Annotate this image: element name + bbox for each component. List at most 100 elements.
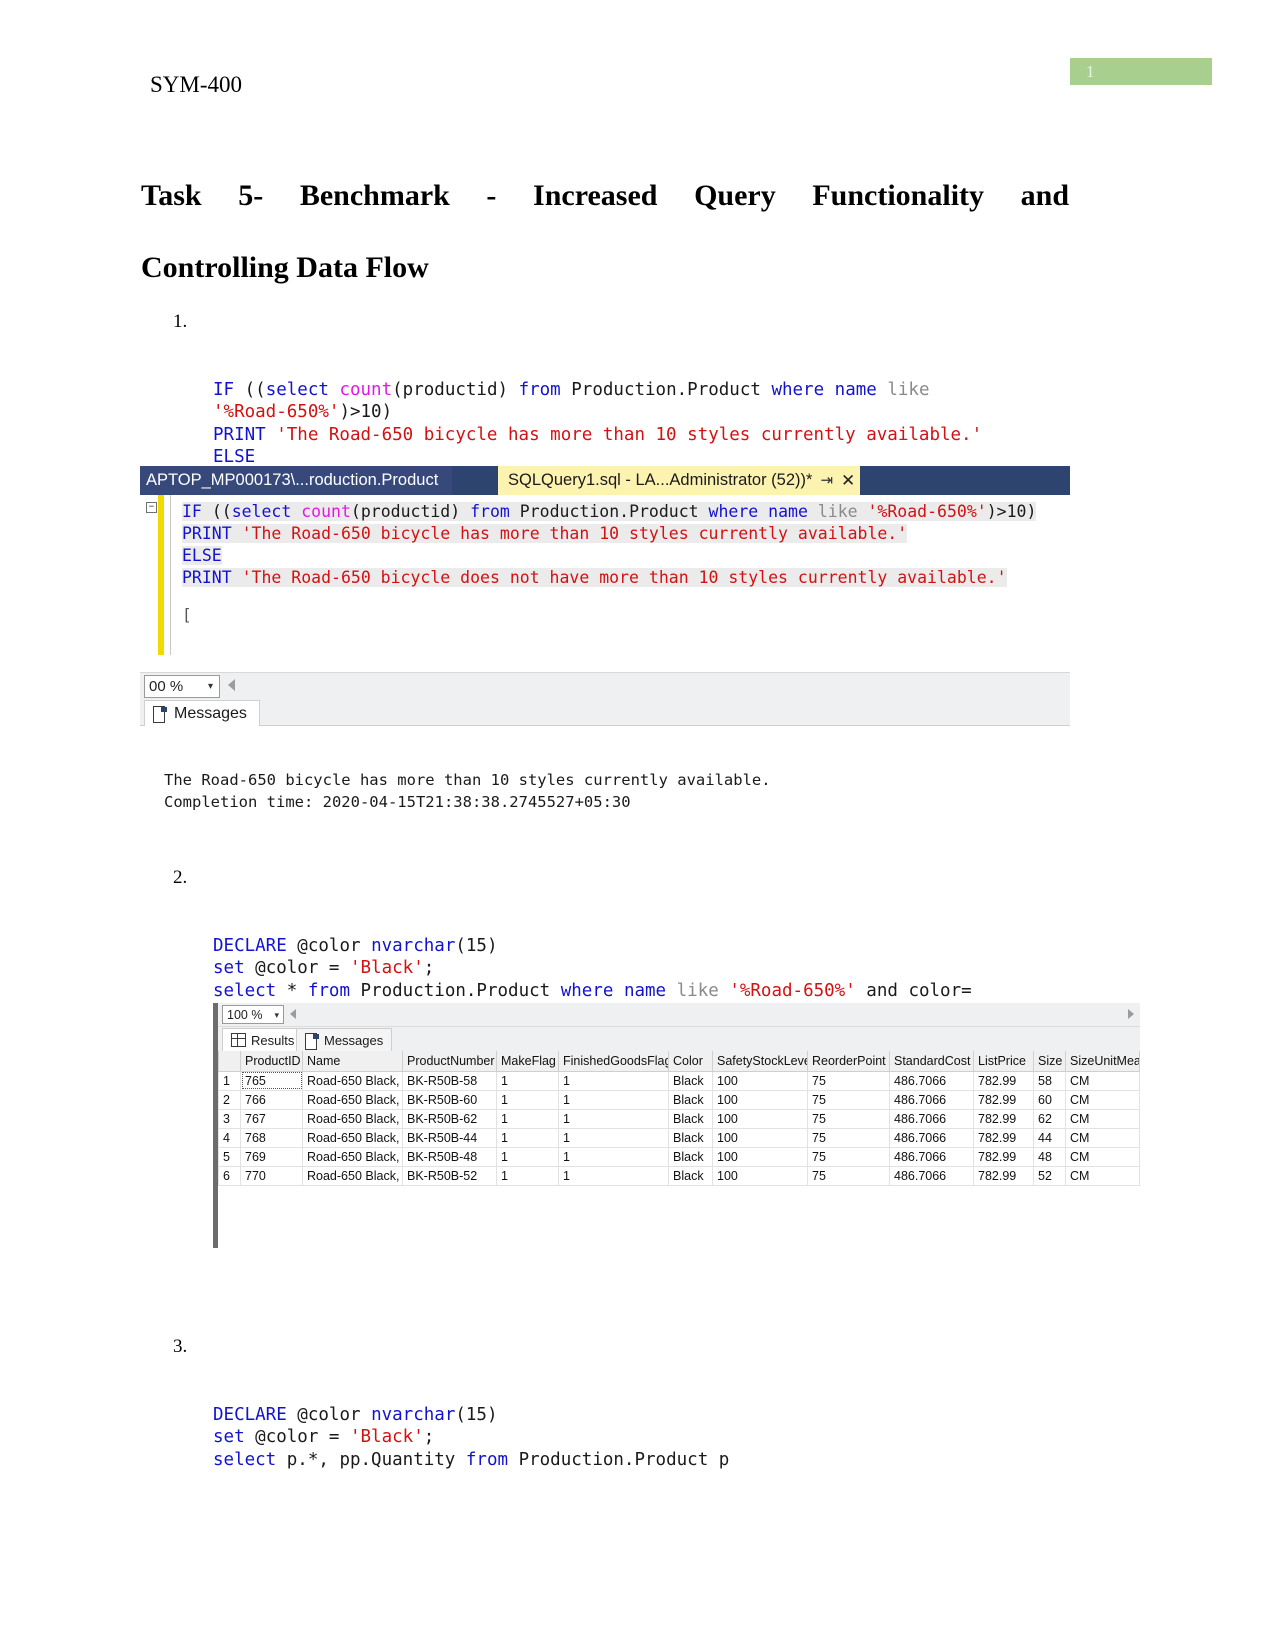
results-grid-cell[interactable]: 75 <box>808 1109 890 1128</box>
results-grid-col-header[interactable]: SizeUnitMeasureCod <box>1066 1051 1140 1071</box>
results-grid-cell[interactable]: 1 <box>497 1128 559 1147</box>
results-grid-cell[interactable]: BK-R50B-48 <box>403 1147 497 1166</box>
results-grid-cell[interactable]: Black <box>669 1071 713 1090</box>
results-grid-cell[interactable]: 1 <box>497 1109 559 1128</box>
results-grid-cell[interactable]: 769 <box>241 1147 303 1166</box>
results-grid-col-header[interactable]: SafetyStockLevel <box>713 1051 808 1071</box>
results-grid-cell[interactable]: 100 <box>713 1071 808 1090</box>
results-grid-cell[interactable]: Road-650 Black, 44 <box>303 1128 403 1147</box>
results-grid-rownum-cell[interactable]: 2 <box>219 1090 241 1109</box>
scroll-left-arrow-icon[interactable] <box>228 679 235 691</box>
table-row[interactable]: 6770Road-650 Black, 52BK-R50B-5211Black1… <box>219 1166 1140 1185</box>
results-grid-cell[interactable]: 782.99 <box>974 1147 1034 1166</box>
results-grid-cell[interactable]: Black <box>669 1109 713 1128</box>
results-grid-col-header[interactable]: ProductID <box>241 1051 303 1071</box>
results-grid-cell[interactable]: Black <box>669 1166 713 1185</box>
results-grid-col-header[interactable]: ListPrice <box>974 1051 1034 1071</box>
ssms1-zoom-select[interactable]: 00 % ▾ <box>144 675 220 698</box>
results-grid-cell[interactable]: BK-R50B-58 <box>403 1071 497 1090</box>
pin-icon[interactable]: ⇥ <box>820 466 833 495</box>
results-grid-cell[interactable]: 58 <box>1034 1071 1066 1090</box>
ssms1-sql-editor[interactable]: − IF ((select count(productid) from Prod… <box>140 495 1070 695</box>
results-grid-cell[interactable]: 1 <box>497 1071 559 1090</box>
results-grid-cell[interactable]: CM <box>1066 1128 1140 1147</box>
results-grid-cell[interactable]: 782.99 <box>974 1071 1034 1090</box>
results-grid-cell[interactable]: 486.7066 <box>890 1109 974 1128</box>
results-grid-cell[interactable]: CM <box>1066 1166 1140 1185</box>
results-grid-cell[interactable]: Road-650 Black, 48 <box>303 1147 403 1166</box>
results-grid-col-header[interactable]: StandardCost <box>890 1051 974 1071</box>
ssms1-tab-object-explorer[interactable]: APTOP_MP000173\...roduction.Product <box>140 466 452 495</box>
results-grid-col-header[interactable]: Name <box>303 1051 403 1071</box>
results-grid-cell[interactable]: 75 <box>808 1071 890 1090</box>
results-grid-cell[interactable]: 1 <box>559 1090 669 1109</box>
results-grid-cell[interactable]: CM <box>1066 1090 1140 1109</box>
results-grid-cell[interactable]: 766 <box>241 1090 303 1109</box>
results-grid-cell[interactable]: BK-R50B-62 <box>403 1109 497 1128</box>
results-grid-col-header[interactable]: MakeFlag <box>497 1051 559 1071</box>
scroll-left-arrow-icon[interactable] <box>290 1009 296 1019</box>
ssms2-tab-messages[interactable]: Messages <box>296 1028 392 1051</box>
results-grid-cell[interactable]: 75 <box>808 1147 890 1166</box>
results-grid-cell[interactable]: 782.99 <box>974 1109 1034 1128</box>
results-grid-cell[interactable]: CM <box>1066 1147 1140 1166</box>
results-grid-cell[interactable]: Black <box>669 1128 713 1147</box>
results-grid-cell[interactable]: 1 <box>559 1166 669 1185</box>
results-grid-cell[interactable]: 486.7066 <box>890 1090 974 1109</box>
results-grid-cell[interactable]: BK-R50B-52 <box>403 1166 497 1185</box>
results-grid-cell[interactable]: 782.99 <box>974 1166 1034 1185</box>
results-grid-cell[interactable]: BK-R50B-44 <box>403 1128 497 1147</box>
results-grid-cell[interactable]: 100 <box>713 1090 808 1109</box>
table-row[interactable]: 5769Road-650 Black, 48BK-R50B-4811Black1… <box>219 1147 1140 1166</box>
ssms2-tab-results[interactable]: Results <box>222 1028 303 1051</box>
table-row[interactable]: 3767Road-650 Black, 62BK-R50B-6211Black1… <box>219 1109 1140 1128</box>
results-grid-cell[interactable]: 1 <box>559 1147 669 1166</box>
results-grid-rownum-cell[interactable]: 3 <box>219 1109 241 1128</box>
table-row[interactable]: 1765Road-650 Black, 58BK-R50B-5811Black1… <box>219 1071 1140 1090</box>
results-grid-cell[interactable]: Road-650 Black, 62 <box>303 1109 403 1128</box>
collapse-region-icon[interactable]: − <box>146 502 157 513</box>
results-grid-rownum-cell[interactable]: 6 <box>219 1166 241 1185</box>
results-grid-cell[interactable]: 100 <box>713 1128 808 1147</box>
results-grid-cell[interactable]: BK-R50B-60 <box>403 1090 497 1109</box>
table-row[interactable]: 2766Road-650 Black, 60BK-R50B-6011Black1… <box>219 1090 1140 1109</box>
ssms2-zoom-select[interactable]: 100 % ▾ <box>222 1005 284 1024</box>
results-grid-cell[interactable]: 1 <box>559 1109 669 1128</box>
results-grid-col-header[interactable]: ReorderPoint <box>808 1051 890 1071</box>
results-grid-cell[interactable]: 48 <box>1034 1147 1066 1166</box>
results-grid-cell[interactable]: Road-650 Black, 60 <box>303 1090 403 1109</box>
results-grid-cell[interactable]: Black <box>669 1090 713 1109</box>
results-grid-cell[interactable]: 1 <box>497 1090 559 1109</box>
close-icon[interactable]: ✕ <box>841 466 855 495</box>
results-grid-cell[interactable]: 44 <box>1034 1128 1066 1147</box>
results-grid-cell[interactable]: 765 <box>241 1071 303 1090</box>
results-grid-cell[interactable]: 52 <box>1034 1166 1066 1185</box>
scroll-right-arrow-icon[interactable] <box>1128 1009 1134 1019</box>
results-grid-cell[interactable]: 1 <box>497 1147 559 1166</box>
results-grid[interactable]: ProductIDNameProductNumberMakeFlagFinish… <box>218 1051 1140 1186</box>
results-grid-col-header[interactable]: Size <box>1034 1051 1066 1071</box>
results-grid-cell[interactable]: 486.7066 <box>890 1147 974 1166</box>
results-grid-cell[interactable]: 1 <box>559 1128 669 1147</box>
ssms1-tab-sqlquery1[interactable]: SQLQuery1.sql - LA...Administrator (52))… <box>498 466 863 495</box>
ssms1-tab-messages[interactable]: Messages <box>144 700 260 726</box>
results-grid-cell[interactable]: 1 <box>497 1166 559 1185</box>
chevron-down-icon[interactable]: ▾ <box>208 676 213 698</box>
results-grid-cell[interactable]: Road-650 Black, 58 <box>303 1071 403 1090</box>
results-grid-cell[interactable]: 486.7066 <box>890 1128 974 1147</box>
results-grid-col-header[interactable]: Color <box>669 1051 713 1071</box>
results-grid-col-header[interactable]: ProductNumber <box>403 1051 497 1071</box>
results-grid-cell[interactable]: 100 <box>713 1147 808 1166</box>
results-grid-cell[interactable]: CM <box>1066 1109 1140 1128</box>
results-grid-cell[interactable]: 100 <box>713 1166 808 1185</box>
results-grid-cell[interactable]: 767 <box>241 1109 303 1128</box>
results-grid-cell[interactable]: 75 <box>808 1166 890 1185</box>
results-grid-cell[interactable]: 770 <box>241 1166 303 1185</box>
results-grid-rownum-cell[interactable]: 5 <box>219 1147 241 1166</box>
results-grid-cell[interactable]: 75 <box>808 1090 890 1109</box>
results-grid-cell[interactable]: Road-650 Black, 52 <box>303 1166 403 1185</box>
results-grid-cell[interactable]: 486.7066 <box>890 1071 974 1090</box>
results-grid-cell[interactable]: 782.99 <box>974 1128 1034 1147</box>
results-grid-cell[interactable]: 60 <box>1034 1090 1066 1109</box>
results-grid-rownum-cell[interactable]: 1 <box>219 1071 241 1090</box>
